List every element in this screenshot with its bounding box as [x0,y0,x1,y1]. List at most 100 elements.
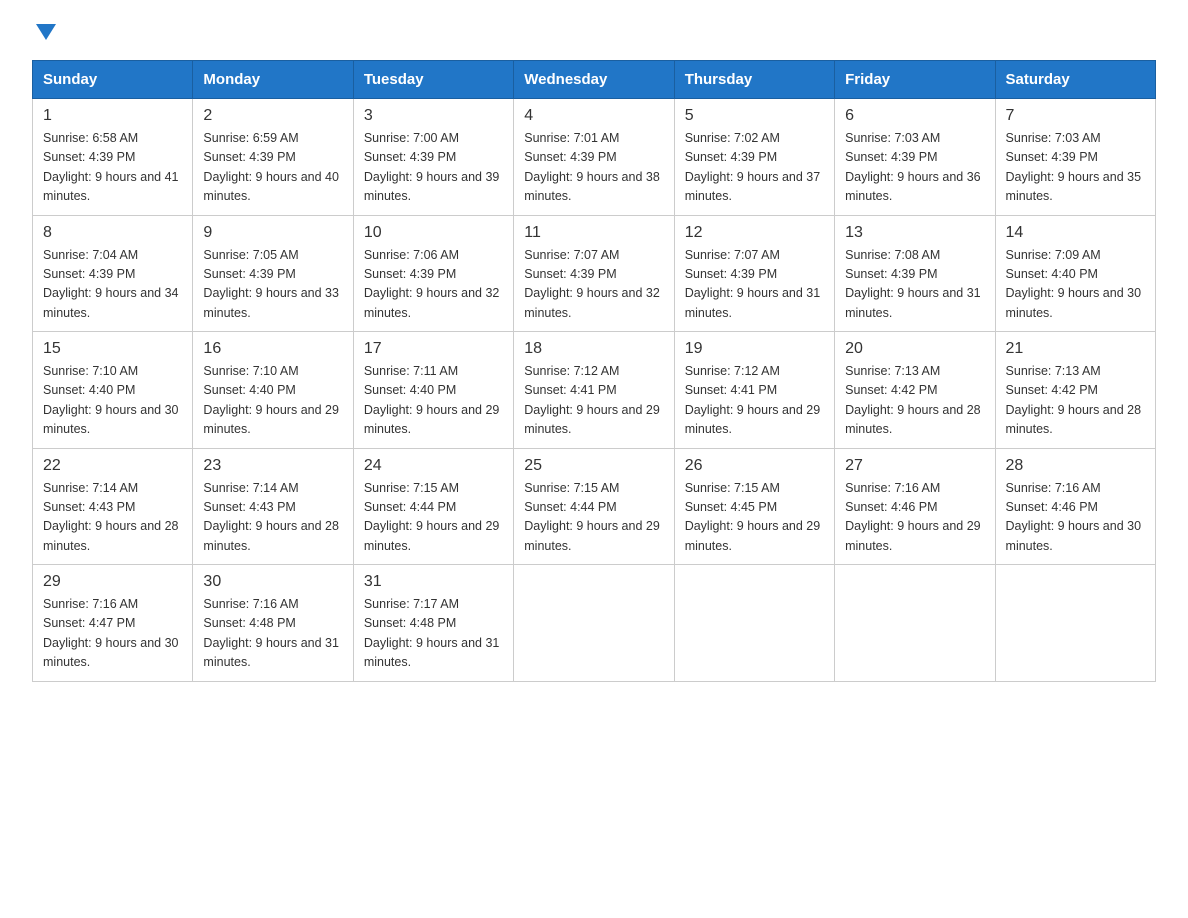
day-info: Sunrise: 7:12 AMSunset: 4:41 PMDaylight:… [685,362,824,440]
day-info: Sunrise: 7:04 AMSunset: 4:39 PMDaylight:… [43,246,182,324]
day-number: 26 [685,457,824,475]
week-row-1: 1 Sunrise: 6:58 AMSunset: 4:39 PMDaylight… [33,99,1156,216]
calendar-header-row: SundayMondayTuesdayWednesdayThursdayFrid… [33,61,1156,99]
day-number: 27 [845,457,984,475]
day-number: 20 [845,340,984,358]
calendar-cell: 15 Sunrise: 7:10 AMSunset: 4:40 PMDayligh… [33,332,193,449]
calendar-cell [835,565,995,682]
calendar-cell: 24 Sunrise: 7:15 AMSunset: 4:44 PMDayligh… [353,448,513,565]
day-info: Sunrise: 7:08 AMSunset: 4:39 PMDaylight:… [845,246,984,324]
calendar-cell: 28 Sunrise: 7:16 AMSunset: 4:46 PMDayligh… [995,448,1155,565]
day-info: Sunrise: 7:17 AMSunset: 4:48 PMDaylight:… [364,595,503,673]
calendar-cell: 1 Sunrise: 6:58 AMSunset: 4:39 PMDaylight… [33,99,193,216]
day-info: Sunrise: 7:16 AMSunset: 4:46 PMDaylight:… [845,479,984,557]
calendar-cell: 7 Sunrise: 7:03 AMSunset: 4:39 PMDaylight… [995,99,1155,216]
day-number: 12 [685,224,824,242]
day-info: Sunrise: 7:12 AMSunset: 4:41 PMDaylight:… [524,362,663,440]
logo-blue-text [32,24,56,40]
calendar-cell [674,565,834,682]
calendar-cell: 5 Sunrise: 7:02 AMSunset: 4:39 PMDaylight… [674,99,834,216]
day-number: 5 [685,107,824,125]
day-number: 30 [203,573,342,591]
day-info: Sunrise: 7:13 AMSunset: 4:42 PMDaylight:… [1006,362,1145,440]
day-number: 10 [364,224,503,242]
week-row-5: 29 Sunrise: 7:16 AMSunset: 4:47 PMDayligh… [33,565,1156,682]
calendar-cell: 8 Sunrise: 7:04 AMSunset: 4:39 PMDaylight… [33,215,193,332]
day-number: 31 [364,573,503,591]
calendar-cell [514,565,674,682]
day-number: 11 [524,224,663,242]
day-number: 1 [43,107,182,125]
calendar-cell: 25 Sunrise: 7:15 AMSunset: 4:44 PMDayligh… [514,448,674,565]
logo-triangle-icon [36,24,56,40]
day-info: Sunrise: 7:02 AMSunset: 4:39 PMDaylight:… [685,129,824,207]
calendar-cell: 3 Sunrise: 7:00 AMSunset: 4:39 PMDaylight… [353,99,513,216]
col-header-monday: Monday [193,61,353,99]
day-number: 29 [43,573,182,591]
logo [32,24,56,40]
calendar-cell: 19 Sunrise: 7:12 AMSunset: 4:41 PMDayligh… [674,332,834,449]
day-number: 23 [203,457,342,475]
calendar-cell: 6Sunrise: 7:03 AMSunset: 4:39 PMDaylight… [835,99,995,216]
day-info: Sunrise: 7:15 AMSunset: 4:44 PMDaylight:… [364,479,503,557]
day-info: Sunrise: 6:58 AMSunset: 4:39 PMDaylight:… [43,129,182,207]
calendar-cell: 16 Sunrise: 7:10 AMSunset: 4:40 PMDayligh… [193,332,353,449]
day-number: 3 [364,107,503,125]
day-number: 2 [203,107,342,125]
calendar-cell: 4 Sunrise: 7:01 AMSunset: 4:39 PMDaylight… [514,99,674,216]
day-number: 8 [43,224,182,242]
week-row-3: 15 Sunrise: 7:10 AMSunset: 4:40 PMDayligh… [33,332,1156,449]
day-number: 19 [685,340,824,358]
col-header-saturday: Saturday [995,61,1155,99]
day-number: 28 [1006,457,1145,475]
day-info: Sunrise: 7:01 AMSunset: 4:39 PMDaylight:… [524,129,663,207]
day-number: 24 [364,457,503,475]
day-number: 16 [203,340,342,358]
calendar-cell: 9 Sunrise: 7:05 AMSunset: 4:39 PMDaylight… [193,215,353,332]
calendar-cell: 31 Sunrise: 7:17 AMSunset: 4:48 PMDayligh… [353,565,513,682]
calendar-cell: 22Sunrise: 7:14 AMSunset: 4:43 PMDayligh… [33,448,193,565]
col-header-tuesday: Tuesday [353,61,513,99]
day-info: Sunrise: 7:03 AMSunset: 4:39 PMDaylight:… [1006,129,1145,207]
day-info: Sunrise: 7:14 AMSunset: 4:43 PMDaylight:… [203,479,342,557]
day-info: Sunrise: 7:15 AMSunset: 4:44 PMDaylight:… [524,479,663,557]
calendar-table: SundayMondayTuesdayWednesdayThursdayFrid… [32,60,1156,682]
day-info: Sunrise: 7:16 AMSunset: 4:46 PMDaylight:… [1006,479,1145,557]
day-info: Sunrise: 6:59 AMSunset: 4:39 PMDaylight:… [203,129,342,207]
day-info: Sunrise: 7:16 AMSunset: 4:47 PMDaylight:… [43,595,182,673]
day-number: 18 [524,340,663,358]
col-header-friday: Friday [835,61,995,99]
day-number: 4 [524,107,663,125]
day-number: 21 [1006,340,1145,358]
calendar-cell [995,565,1155,682]
day-number: 7 [1006,107,1145,125]
day-info: Sunrise: 7:15 AMSunset: 4:45 PMDaylight:… [685,479,824,557]
day-info: Sunrise: 7:07 AMSunset: 4:39 PMDaylight:… [685,246,824,324]
day-info: Sunrise: 7:03 AMSunset: 4:39 PMDaylight:… [845,129,984,207]
day-info: Sunrise: 7:05 AMSunset: 4:39 PMDaylight:… [203,246,342,324]
day-number: 25 [524,457,663,475]
week-row-4: 22Sunrise: 7:14 AMSunset: 4:43 PMDayligh… [33,448,1156,565]
day-info: Sunrise: 7:10 AMSunset: 4:40 PMDaylight:… [43,362,182,440]
day-info: Sunrise: 7:13 AMSunset: 4:42 PMDaylight:… [845,362,984,440]
day-number: 9 [203,224,342,242]
col-header-thursday: Thursday [674,61,834,99]
calendar-cell: 17Sunrise: 7:11 AMSunset: 4:40 PMDayligh… [353,332,513,449]
day-info: Sunrise: 7:16 AMSunset: 4:48 PMDaylight:… [203,595,342,673]
calendar-cell: 12 Sunrise: 7:07 AMSunset: 4:39 PMDayligh… [674,215,834,332]
col-header-wednesday: Wednesday [514,61,674,99]
day-info: Sunrise: 7:09 AMSunset: 4:40 PMDaylight:… [1006,246,1145,324]
day-info: Sunrise: 7:10 AMSunset: 4:40 PMDaylight:… [203,362,342,440]
day-number: 17 [364,340,503,358]
day-number: 15 [43,340,182,358]
calendar-cell: 18 Sunrise: 7:12 AMSunset: 4:41 PMDayligh… [514,332,674,449]
col-header-sunday: Sunday [33,61,193,99]
calendar-cell: 21 Sunrise: 7:13 AMSunset: 4:42 PMDayligh… [995,332,1155,449]
calendar-cell: 2 Sunrise: 6:59 AMSunset: 4:39 PMDaylight… [193,99,353,216]
calendar-cell: 14Sunrise: 7:09 AMSunset: 4:40 PMDayligh… [995,215,1155,332]
day-info: Sunrise: 7:06 AMSunset: 4:39 PMDaylight:… [364,246,503,324]
calendar-cell: 30 Sunrise: 7:16 AMSunset: 4:48 PMDayligh… [193,565,353,682]
page-header [32,24,1156,40]
day-info: Sunrise: 7:00 AMSunset: 4:39 PMDaylight:… [364,129,503,207]
day-number: 13 [845,224,984,242]
